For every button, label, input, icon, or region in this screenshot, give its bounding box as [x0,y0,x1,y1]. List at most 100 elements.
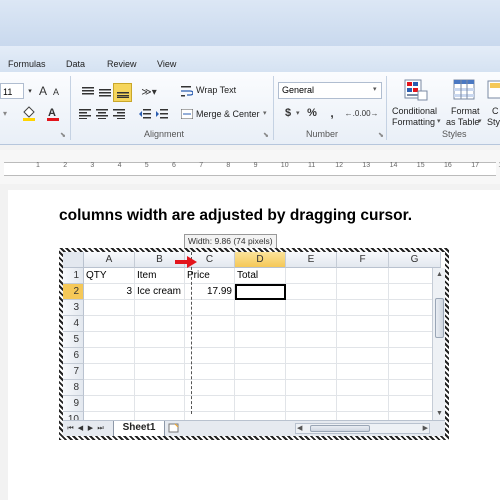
row-header-4[interactable]: 4 [63,316,84,332]
merge-center-button[interactable]: Merge & Center [196,109,260,119]
shrink-font-button[interactable]: A [51,85,61,99]
cell-a4[interactable] [84,316,135,332]
cell-f1[interactable] [337,268,389,284]
align-top-button[interactable] [80,84,96,100]
cell-b8[interactable] [135,380,185,396]
cell-c2[interactable]: 17.99 [185,284,235,300]
alignment-dialog-launcher-icon[interactable]: ⬊ [263,131,269,139]
horizontal-ruler[interactable]: 123456789101112131415161718 [0,150,500,184]
next-sheet-icon[interactable]: ▶ [86,423,95,434]
column-header-e[interactable]: E [286,252,337,268]
cell-e9[interactable] [286,396,337,412]
vertical-scrollbar[interactable]: ▲ ▼ [432,268,445,420]
percent-style-button[interactable]: % [306,106,318,120]
cell-d9[interactable] [235,396,286,412]
cell-e5[interactable] [286,332,337,348]
increase-indent-button[interactable] [155,107,169,121]
cell-b4[interactable] [135,316,185,332]
column-header-f[interactable]: F [337,252,389,268]
scroll-down-icon[interactable]: ▼ [434,408,445,419]
cell-b5[interactable] [135,332,185,348]
cell-e1[interactable] [286,268,337,284]
cell-a2[interactable]: 3 [84,284,135,300]
cell-f9[interactable] [337,396,389,412]
number-dialog-launcher-icon[interactable]: ⬊ [378,131,384,139]
wrap-text-button[interactable]: Wrap Text [196,85,236,95]
align-right-button[interactable] [112,107,126,121]
align-left-button[interactable] [78,107,92,121]
accounting-format-button[interactable]: $ [282,106,294,120]
cell-e4[interactable] [286,316,337,332]
row-header-7[interactable]: 7 [63,364,84,380]
cell-d1[interactable]: Total [235,268,286,284]
font-dialog-launcher-icon[interactable]: ⬊ [60,131,66,139]
insert-sheet-icon[interactable] [167,423,181,434]
cell-c8[interactable] [185,380,235,396]
align-middle-button[interactable] [97,84,113,100]
first-sheet-icon[interactable]: ⏮ [66,423,75,434]
cell-c5[interactable] [185,332,235,348]
horizontal-scrollbar[interactable]: ◀ ▶ [295,423,430,434]
cell-e7[interactable] [286,364,337,380]
cell-d7[interactable] [235,364,286,380]
scroll-right-icon[interactable]: ▶ [423,424,428,433]
embedded-spreadsheet[interactable]: ABCDEFG 12345678910 QTYItemPriceTotal3Ic… [63,252,445,436]
orientation-button[interactable]: ≫▾ [140,84,158,100]
row-header-1[interactable]: 1 [63,268,84,284]
tab-data[interactable]: Data [66,59,85,69]
cell-b9[interactable] [135,396,185,412]
scroll-left-icon[interactable]: ◀ [297,424,302,433]
cell-f7[interactable] [337,364,389,380]
cell-b2[interactable]: Ice cream [135,284,185,300]
row-header-6[interactable]: 6 [63,348,84,364]
cell-f6[interactable] [337,348,389,364]
row-header-8[interactable]: 8 [63,380,84,396]
column-header-g[interactable]: G [389,252,441,268]
cell-c1[interactable]: Price [185,268,235,284]
cell-e2[interactable] [286,284,337,300]
align-center-button[interactable] [95,107,109,121]
cell-f5[interactable] [337,332,389,348]
cell-a9[interactable] [84,396,135,412]
accounting-dropdown-icon[interactable]: ▾ [296,109,300,117]
align-bottom-button[interactable] [113,83,132,102]
column-header-d[interactable]: D [235,252,286,268]
cell-c4[interactable] [185,316,235,332]
tab-formulas[interactable]: Formulas [8,59,46,69]
cell-a7[interactable] [84,364,135,380]
cell-f4[interactable] [337,316,389,332]
scroll-up-icon[interactable]: ▲ [434,269,445,280]
conditional-formatting-dropdown-icon[interactable]: ▾ [437,117,441,125]
decrease-decimal-button[interactable]: .00→ [359,106,378,120]
vertical-scroll-thumb[interactable] [435,298,444,338]
cell-d8[interactable] [235,380,286,396]
cell-f2[interactable] [337,284,389,300]
sheet-tab-sheet1[interactable]: Sheet1 [113,421,165,436]
cell-f3[interactable] [337,300,389,316]
cell-a5[interactable] [84,332,135,348]
cell-d3[interactable] [235,300,286,316]
cell-b7[interactable] [135,364,185,380]
cell-a1[interactable]: QTY [84,268,135,284]
cell-b6[interactable] [135,348,185,364]
cell-c7[interactable] [185,364,235,380]
column-header-a[interactable]: A [84,252,135,268]
cell-b1[interactable]: Item [135,268,185,284]
row-header-9[interactable]: 9 [63,396,84,412]
fill-color-button[interactable] [20,105,38,121]
horizontal-scroll-thumb[interactable] [310,425,370,432]
comma-style-button[interactable]: , [327,106,337,120]
cell-a3[interactable] [84,300,135,316]
grow-font-button[interactable]: A [37,83,49,99]
font-size-box[interactable]: 11 [0,83,24,99]
select-all-corner[interactable] [63,252,84,268]
conditional-formatting-button[interactable]: Conditional [392,106,437,116]
prev-sheet-icon[interactable]: ◀ [76,423,85,434]
cell-styles-button[interactable]: C [492,106,499,116]
number-format-dropdown-icon[interactable]: ▾ [373,85,377,93]
cell-b3[interactable] [135,300,185,316]
cell-d5[interactable] [235,332,286,348]
active-cell[interactable] [235,284,286,300]
cell-e8[interactable] [286,380,337,396]
cell-e6[interactable] [286,348,337,364]
